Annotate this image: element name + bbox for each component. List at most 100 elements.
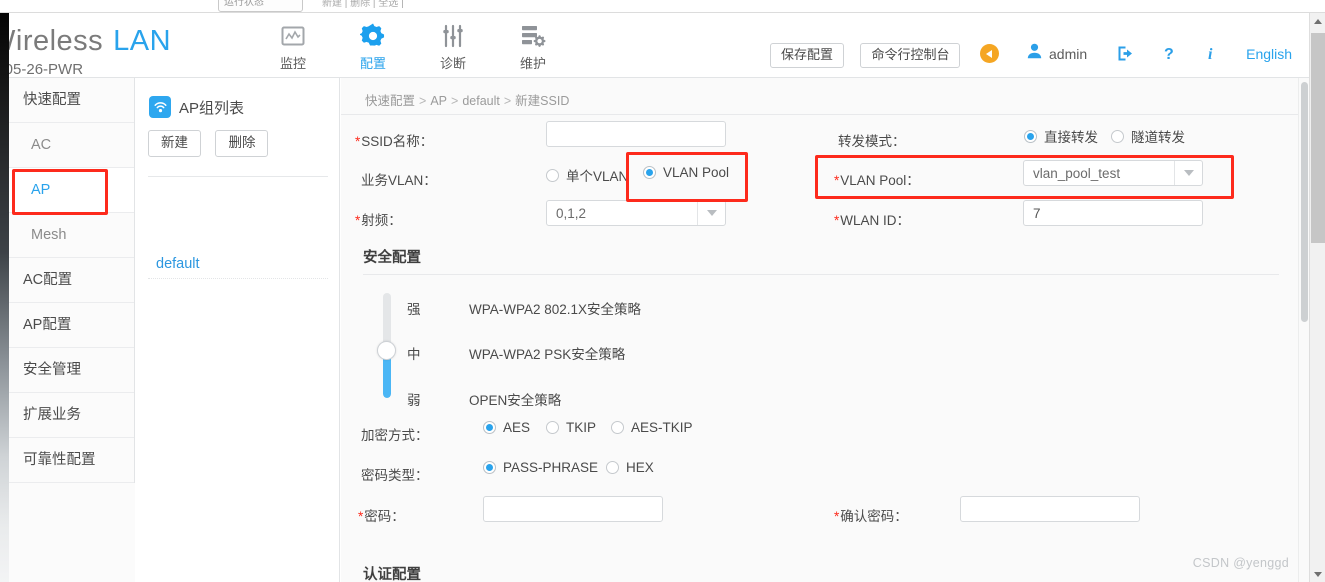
sidebar-item-ac-config[interactable]: AC配置 xyxy=(9,258,134,303)
sidebar-item-ap[interactable]: AP xyxy=(9,168,134,213)
password-input[interactable] xyxy=(483,496,663,522)
ap-group-toolbar: 新建 删除 xyxy=(148,130,269,157)
radio-aes[interactable]: AES xyxy=(483,420,530,435)
browser-chrome-strip: 运行状态 新建 | 删除 | 全选 | xyxy=(0,0,1325,13)
security-level-weak: 弱 xyxy=(407,393,421,408)
auth-section-title: 认证配置 xyxy=(363,567,421,582)
nav-item-config[interactable]: 配置 xyxy=(338,21,408,72)
radio-pass-phrase[interactable]: PASS-PHRASE xyxy=(483,460,598,475)
ap-group-divider xyxy=(148,176,328,177)
new-group-button[interactable]: 新建 xyxy=(148,130,201,157)
bell-icon[interactable] xyxy=(980,44,999,63)
security-policy-medium[interactable]: WPA-WPA2 PSK安全策略 xyxy=(469,343,625,363)
radio-tkip[interactable]: TKIP xyxy=(546,420,596,435)
radio-vlan-pool-dot xyxy=(643,166,656,179)
device-model: 6605-26-PWR xyxy=(0,61,84,78)
header-right-tools: admin ? i English xyxy=(980,43,1292,64)
user-name-label: admin xyxy=(1049,45,1088,62)
browser-strip-text: 新建 | 删除 | 全选 | xyxy=(322,0,404,9)
browser-tab[interactable]: 运行状态 xyxy=(218,0,303,12)
radio-vlan-pool-label: VLAN Pool xyxy=(663,165,730,180)
language-switcher[interactable]: English xyxy=(1246,46,1292,62)
logout-icon[interactable] xyxy=(1117,45,1134,62)
sidebar-item-extended[interactable]: 扩展业务 xyxy=(9,393,134,438)
user-icon xyxy=(1027,43,1042,64)
radio-frequency-select[interactable]: 0,1,2 xyxy=(546,200,726,226)
radio-hex-dot xyxy=(606,461,619,474)
radio-single-vlan[interactable]: 单个VLAN xyxy=(546,165,628,185)
security-level-strong: 强 xyxy=(407,302,421,317)
radio-direct-forward[interactable]: 直接转发 xyxy=(1024,126,1098,146)
nav-item-diagnose[interactable]: 诊断 xyxy=(418,21,488,72)
breadcrumb-item-2[interactable]: AP xyxy=(430,94,447,108)
save-config-button[interactable]: 保存配置 xyxy=(770,43,845,68)
breadcrumb-item-3[interactable]: default xyxy=(462,94,500,108)
app-window: 运行状态 新建 | 删除 | 全选 | Wireless LAN 6605-26-… xyxy=(0,0,1325,582)
password-label: *密码： xyxy=(358,509,405,524)
sidebar-item-ac[interactable]: AC xyxy=(9,123,134,168)
radio-frequency-value: 0,1,2 xyxy=(556,205,587,221)
radio-aes-tkip-dot xyxy=(611,421,624,434)
nav-item-maintenance[interactable]: 维护 xyxy=(498,21,568,72)
brand-title: Wireless LAN xyxy=(0,25,171,58)
wlan-id-input[interactable] xyxy=(1023,200,1203,226)
sidebar-nav: 快速配置 AC AP Mesh AC配置 AP配置 安全管理 扩展业务 可靠性配… xyxy=(9,78,135,582)
radio-aes-tkip[interactable]: AES-TKIP xyxy=(611,420,693,435)
main-content: 快速配置 > AP > default > 新建SSID *SSID名称： 转发模式： 直接… xyxy=(341,78,1309,582)
scroll-down-icon[interactable] xyxy=(1310,566,1325,582)
ssid-name-input[interactable] xyxy=(546,121,726,147)
browser-scrollbar[interactable] xyxy=(1309,13,1325,582)
security-policy-strong[interactable]: WPA-WPA2 802.1X安全策略 xyxy=(469,298,641,318)
sidebar-item-mesh[interactable]: Mesh xyxy=(9,213,134,258)
sliders-icon xyxy=(418,21,488,51)
radio-tunnel-forward[interactable]: 隧道转发 xyxy=(1111,126,1185,146)
sidebar-item-quick-config[interactable]: 快速配置 xyxy=(9,78,134,123)
radio-tkip-dot xyxy=(546,421,559,434)
security-slider-knob[interactable] xyxy=(377,341,396,360)
breadcrumb: 快速配置 > AP > default > 新建SSID xyxy=(365,94,570,108)
radio-hex[interactable]: HEX xyxy=(606,460,654,475)
radio-single-vlan-dot xyxy=(546,168,559,182)
radio-tunnel-forward-dot xyxy=(1111,129,1124,143)
gear-icon xyxy=(338,21,408,51)
encryption-label: 加密方式： xyxy=(361,428,429,443)
breadcrumb-divider xyxy=(341,114,1309,115)
brand-suffix: LAN xyxy=(113,25,172,57)
browser-scrollbar-thumb[interactable] xyxy=(1311,33,1325,243)
ap-group-title-label: AP组列表 xyxy=(179,99,245,117)
ap-group-list-item[interactable]: default xyxy=(156,256,200,272)
security-policy-weak[interactable]: OPEN安全策略 xyxy=(469,389,561,409)
radio-vlan-pool[interactable]: VLAN Pool xyxy=(643,165,729,180)
service-vlan-label: 业务VLAN： xyxy=(361,173,437,188)
radio-frequency-label: *射频： xyxy=(355,213,402,228)
security-section-divider xyxy=(363,274,1279,275)
vlan-pool-label: *VLAN Pool： xyxy=(834,173,920,188)
password-type-label: 密码类型： xyxy=(361,468,429,483)
watermark: CSDN @yenggd xyxy=(1192,556,1289,570)
sidebar-item-reliability[interactable]: 可靠性配置 xyxy=(9,438,134,483)
nav-item-monitor-label: 监控 xyxy=(279,56,306,71)
content-scrollbar[interactable] xyxy=(1298,78,1309,582)
maintenance-icon xyxy=(498,21,568,51)
confirm-password-input[interactable] xyxy=(960,496,1140,522)
radio-direct-forward-label: 直接转发 xyxy=(1044,130,1098,145)
svg-text:?: ? xyxy=(1164,46,1174,63)
ap-group-item-underline xyxy=(148,278,328,279)
delete-group-button[interactable]: 删除 xyxy=(215,130,269,157)
radio-aes-dot xyxy=(483,421,496,434)
vlan-pool-select[interactable]: vlan_pool_test xyxy=(1023,160,1203,186)
chevron-down-icon xyxy=(1174,161,1202,185)
nav-item-monitor[interactable]: 监控 xyxy=(258,21,328,72)
radio-aes-tkip-label: AES-TKIP xyxy=(631,420,693,435)
vlan-pool-select-value: vlan_pool_test xyxy=(1033,165,1121,181)
help-icon[interactable]: ? xyxy=(1164,45,1178,63)
content-scrollbar-thumb[interactable] xyxy=(1301,82,1308,322)
sidebar-item-ap-config[interactable]: AP配置 xyxy=(9,303,134,348)
nav-item-diagnose-label: 诊断 xyxy=(439,56,466,71)
sidebar-item-security[interactable]: 安全管理 xyxy=(9,348,134,393)
info-icon[interactable]: i xyxy=(1208,45,1218,63)
cli-console-button[interactable]: 命令行控制台 xyxy=(860,43,961,68)
breadcrumb-item-1[interactable]: 快速配置 xyxy=(365,94,415,108)
user-menu[interactable]: admin xyxy=(1027,43,1087,64)
scroll-up-icon[interactable] xyxy=(1310,13,1325,29)
